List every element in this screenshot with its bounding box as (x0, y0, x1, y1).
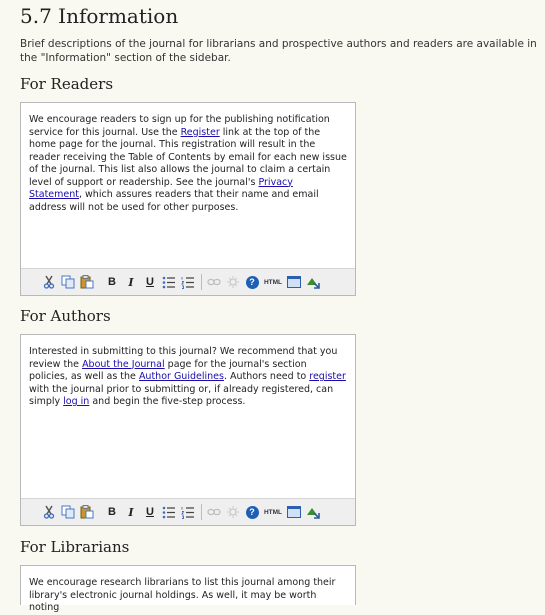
authors-text-5: and begin the five-step process. (89, 396, 246, 407)
toolbar-separator (201, 504, 202, 520)
authors-editor-toolbar: B I U ? HTML (21, 498, 355, 525)
librarians-editor[interactable]: We encourage research librarians to list… (20, 565, 356, 613)
unlink-icon[interactable] (225, 504, 241, 520)
underline-button[interactable]: U (142, 274, 158, 290)
paste-icon[interactable] (79, 504, 95, 520)
link-icon[interactable] (206, 504, 222, 520)
link-icon[interactable] (206, 274, 222, 290)
cut-icon[interactable] (41, 504, 57, 520)
help-icon[interactable]: ? (244, 504, 260, 520)
paste-icon[interactable] (79, 274, 95, 290)
help-glyph: ? (245, 275, 259, 289)
cut-icon[interactable] (41, 274, 57, 290)
readers-heading: For Readers (20, 75, 114, 93)
italic-button[interactable]: I (123, 274, 139, 290)
numbered-list-icon[interactable] (180, 504, 196, 520)
about-journal-link[interactable]: About the Journal (82, 359, 165, 370)
bulleted-list-icon[interactable] (161, 504, 177, 520)
librarians-editor-text[interactable]: We encourage research librarians to list… (21, 566, 355, 615)
numbered-list-icon[interactable] (180, 274, 196, 290)
librarians-heading: For Librarians (20, 538, 130, 556)
readers-editor-toolbar: B I U ? HTML (21, 268, 355, 295)
toolbar-separator (201, 274, 202, 290)
register-link[interactable]: Register (181, 127, 220, 138)
bold-button[interactable]: B (104, 274, 120, 290)
underline-button[interactable]: U (142, 504, 158, 520)
help-glyph: ? (245, 505, 259, 519)
readers-editor[interactable]: We encourage readers to sign up for the … (20, 102, 356, 296)
unlink-icon[interactable] (225, 274, 241, 290)
author-register-link[interactable]: register (309, 371, 346, 382)
librarians-text-1: We encourage research librarians to list… (29, 577, 336, 613)
bulleted-list-icon[interactable] (161, 274, 177, 290)
log-in-link[interactable]: log in (63, 396, 89, 407)
html-source-button[interactable]: HTML (263, 274, 283, 290)
copy-icon[interactable] (60, 504, 76, 520)
help-icon[interactable]: ? (244, 274, 260, 290)
intro-text: Brief descriptions of the journal for li… (20, 38, 537, 64)
html-source-button[interactable]: HTML (263, 504, 283, 520)
authors-text-3: . Authors need to (223, 371, 310, 382)
author-guidelines-link[interactable]: Author Guidelines (139, 371, 224, 382)
authors-editor[interactable]: Interested in submitting to this journal… (20, 334, 356, 526)
authors-editor-text[interactable]: Interested in submitting to this journal… (21, 335, 355, 409)
authors-heading: For Authors (20, 307, 111, 325)
fullscreen-icon[interactable] (286, 504, 302, 520)
copy-icon[interactable] (60, 274, 76, 290)
image-upload-icon[interactable] (305, 504, 321, 520)
readers-editor-text[interactable]: We encourage readers to sign up for the … (21, 103, 355, 214)
italic-button[interactable]: I (123, 504, 139, 520)
bold-button[interactable]: B (104, 504, 120, 520)
image-upload-icon[interactable] (305, 274, 321, 290)
page-title: 5.7 Information (20, 4, 179, 28)
fullscreen-icon[interactable] (286, 274, 302, 290)
